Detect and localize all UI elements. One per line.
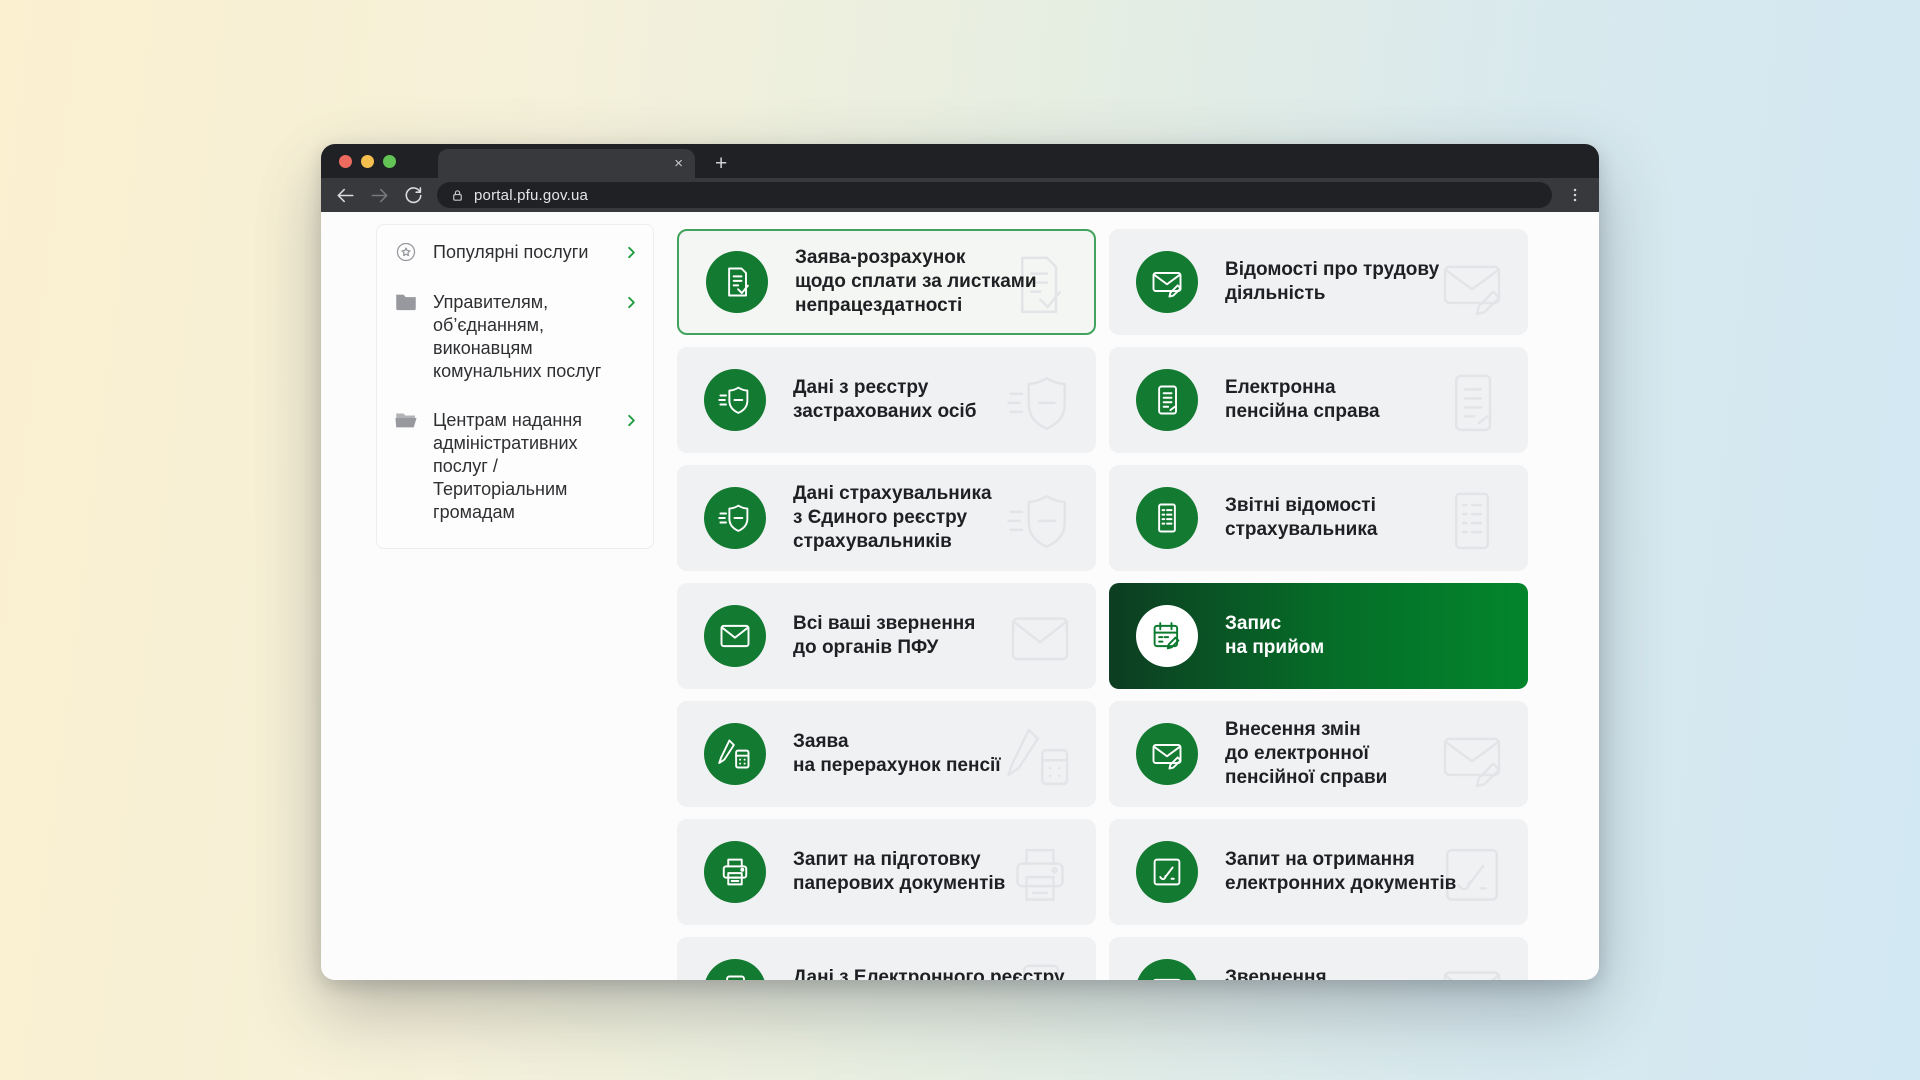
service-card-electronic-documents-request[interactable]: Запит на отримання електронних документі… xyxy=(1109,819,1528,925)
printer-icon xyxy=(704,841,766,903)
envelope-pencil-icon xyxy=(1136,723,1198,785)
sidebar-item-label: Центрам надання адміністративних послуг … xyxy=(433,409,611,524)
service-card-pension-file-changes[interactable]: Внесення змін до електронної пенсійної с… xyxy=(1109,701,1528,807)
sidebar-item-utility-managers[interactable]: Управителям, об’єднанням, виконавцям ком… xyxy=(393,291,639,383)
service-card-appeal[interactable]: Звернення xyxy=(1109,937,1528,980)
service-card-employment-records[interactable]: Відомості про трудову діяльність xyxy=(1109,229,1528,335)
envelope-watermark-icon xyxy=(1004,603,1076,675)
service-card-title: Запис на прийом xyxy=(1225,612,1324,660)
report-list-watermark-icon xyxy=(1436,485,1508,557)
folder-open-icon xyxy=(393,407,419,433)
service-card-title: Заява-розрахунок щодо сплати за листками… xyxy=(795,246,1037,318)
service-card-paper-documents-request[interactable]: Запит на підготовку паперових документів xyxy=(677,819,1096,925)
minimize-window-button[interactable] xyxy=(361,155,374,168)
service-card-title: Звітні відомості страхувальника xyxy=(1225,494,1377,542)
badge-star-icon xyxy=(393,239,419,265)
zoom-window-button[interactable] xyxy=(383,155,396,168)
sidebar-item-label: Управителям, об’єднанням, виконавцям ком… xyxy=(433,291,611,383)
chevron-right-icon xyxy=(624,245,639,260)
browser-tab[interactable]: × xyxy=(438,149,695,178)
lock-icon xyxy=(450,188,465,203)
service-card-title: Дані з Електронного реєстру xyxy=(793,966,1065,980)
doc-icon xyxy=(704,959,766,980)
doc-check-icon xyxy=(706,251,768,313)
service-card-appointment-booking[interactable]: Запис на прийом xyxy=(1109,583,1528,689)
service-card-electronic-registry-data[interactable]: Дані з Електронного реєстру xyxy=(677,937,1096,980)
sidebar-item-admin-service-centers[interactable]: Центрам надання адміністративних послуг … xyxy=(393,409,639,524)
address-bar[interactable]: portal.pfu.gov.ua xyxy=(437,182,1552,208)
browser-toolbar: portal.pfu.gov.ua xyxy=(321,178,1599,212)
calendar-pencil-icon xyxy=(1136,605,1198,667)
service-card-electronic-pension-file[interactable]: Електронна пенсійна справа xyxy=(1109,347,1528,453)
service-card-title: Дані з реєстру застрахованих осіб xyxy=(793,376,976,424)
pen-calc-watermark-icon xyxy=(1004,721,1076,793)
service-card-title: Звернення xyxy=(1225,966,1327,980)
service-card-title: Заява на перерахунок пенсії xyxy=(793,730,1001,778)
envelope-watermark-icon xyxy=(1436,957,1508,980)
tab-strip: × + xyxy=(321,144,1599,178)
reload-icon[interactable] xyxy=(403,185,424,206)
printer-watermark-icon xyxy=(1004,839,1076,911)
shield-speed-icon xyxy=(704,487,766,549)
service-card-insured-persons-registry-data[interactable]: Дані з реєстру застрахованих осіб xyxy=(677,347,1096,453)
page-content: Популярні послуги Управителям, об’єднанн… xyxy=(321,212,1599,980)
shield-speed-icon xyxy=(704,369,766,431)
shield-speed-watermark-icon xyxy=(1004,485,1076,557)
services-grid: Заява-розрахунок щодо сплати за листками… xyxy=(677,229,1529,980)
service-card-insurer-unified-registry-data[interactable]: Дані страхувальника з Єдиного реєстру ст… xyxy=(677,465,1096,571)
forward-icon[interactable] xyxy=(369,185,390,206)
service-card-title: Внесення змін до електронної пенсійної с… xyxy=(1225,718,1387,790)
service-card-insurer-report-data[interactable]: Звітні відомості страхувальника xyxy=(1109,465,1528,571)
service-card-title: Відомості про трудову діяльність xyxy=(1225,258,1528,306)
service-card-title: Електронна пенсійна справа xyxy=(1225,376,1380,424)
envelope-pencil-icon xyxy=(1136,251,1198,313)
service-card-all-pfu-appeals[interactable]: Всі ваші звернення до органів ПФУ xyxy=(677,583,1096,689)
pen-calc-icon xyxy=(704,723,766,785)
service-card-pension-recalculation-application[interactable]: Заява на перерахунок пенсії xyxy=(677,701,1096,807)
service-card-title: Всі ваші звернення до органів ПФУ xyxy=(793,612,975,660)
close-window-button[interactable] xyxy=(339,155,352,168)
envelope-pencil-watermark-icon xyxy=(1436,721,1508,793)
tab-close-icon[interactable]: × xyxy=(674,156,683,171)
service-card-title: Дані страхувальника з Єдиного реєстру ст… xyxy=(793,482,992,554)
url-text: portal.pfu.gov.ua xyxy=(474,187,588,204)
folder-icon xyxy=(393,289,419,315)
back-icon[interactable] xyxy=(335,185,356,206)
journal-icon xyxy=(1136,369,1198,431)
report-list-icon xyxy=(1136,487,1198,549)
envelope-icon xyxy=(1136,959,1198,980)
chevron-right-icon xyxy=(624,295,639,310)
browser-window: × + portal.pfu.gov.ua Популярні послуги … xyxy=(321,144,1599,980)
service-card-title: Запит на підготовку паперових документів xyxy=(793,848,1005,896)
service-card-title: Запит на отримання електронних документі… xyxy=(1225,848,1456,896)
shield-speed-watermark-icon xyxy=(1004,367,1076,439)
service-card-sick-leave-payment-statement[interactable]: Заява-розрахунок щодо сплати за листками… xyxy=(677,229,1096,335)
envelope-icon xyxy=(704,605,766,667)
new-tab-button[interactable]: + xyxy=(715,153,727,174)
browser-menu-icon[interactable] xyxy=(1565,185,1585,205)
sign-box-icon xyxy=(1136,841,1198,903)
sidebar-item-label: Популярні послуги xyxy=(433,241,611,265)
journal-watermark-icon xyxy=(1436,367,1508,439)
sidebar-menu: Популярні послуги Управителям, об’єднанн… xyxy=(376,224,654,549)
chevron-right-icon xyxy=(624,413,639,428)
traffic-lights xyxy=(321,144,412,178)
sidebar-item-popular-services[interactable]: Популярні послуги xyxy=(393,241,639,265)
